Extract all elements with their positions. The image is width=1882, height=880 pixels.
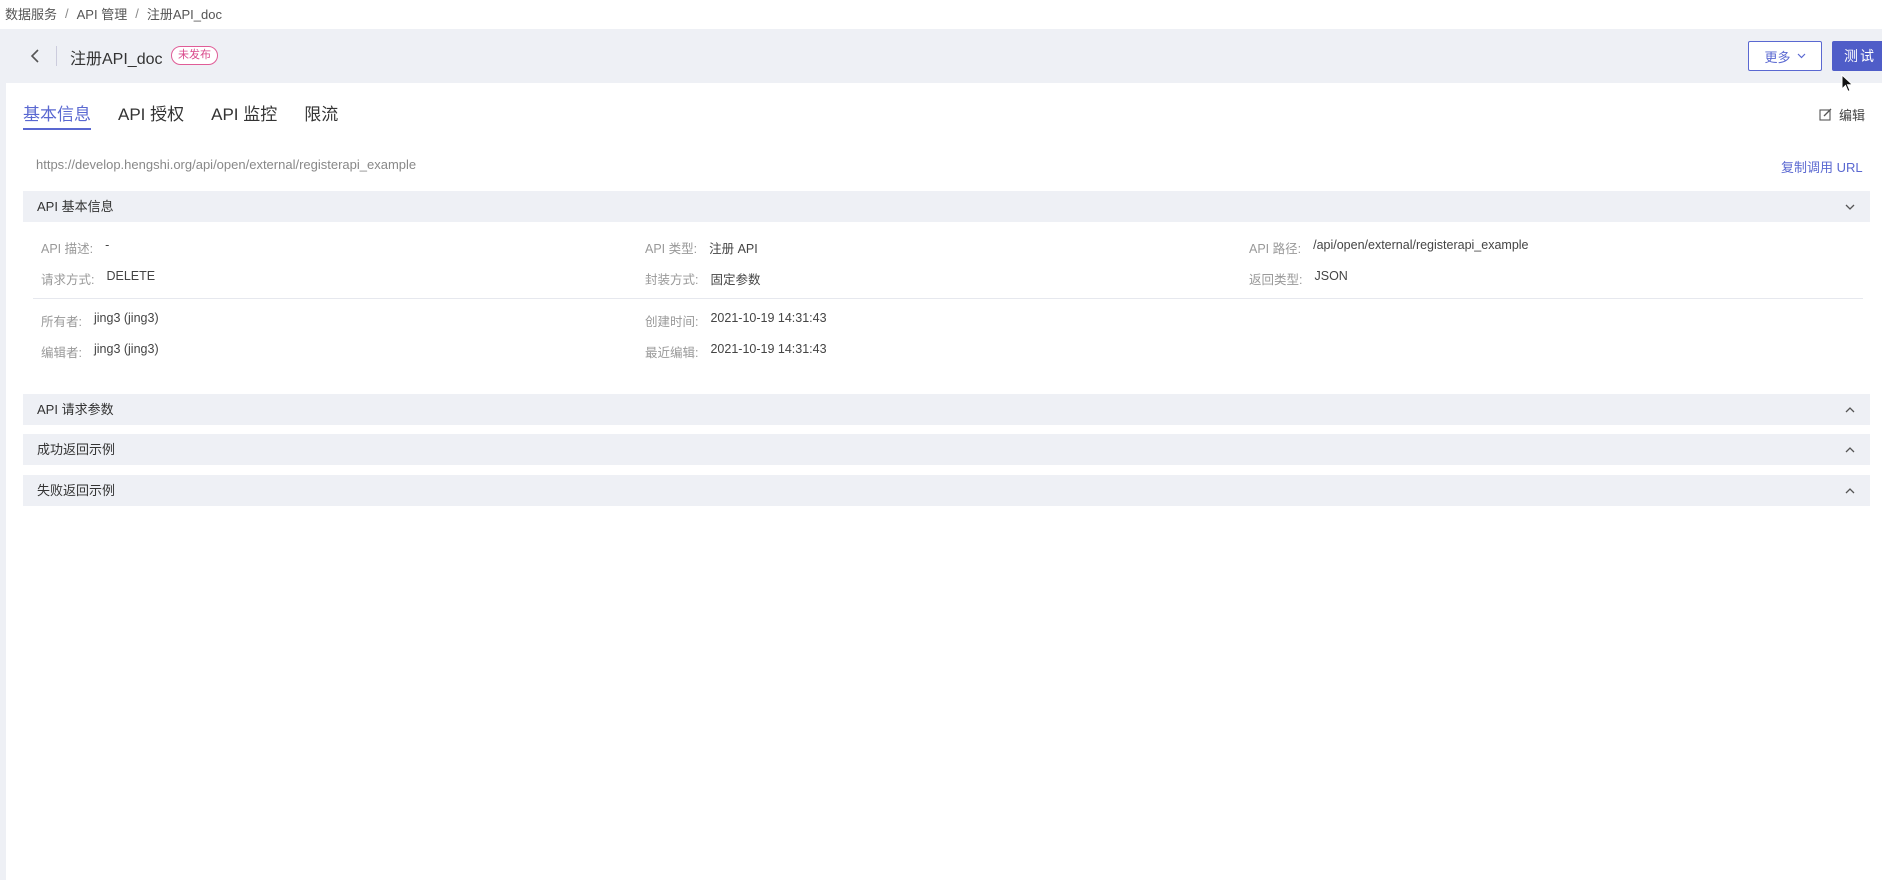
section-failure-example[interactable]: 失败返回示例 [23,475,1870,506]
section-request-params-title: API 请求参数 [37,402,114,417]
chevron-down-icon [1797,53,1805,59]
edit-label: 编辑 [1839,108,1866,123]
info-value: 2021-10-19 14:31:43 [710,311,827,325]
more-button[interactable]: 更多 [1748,41,1822,71]
tab-api-authorization[interactable]: API 授权 [118,100,184,132]
info-divider [33,298,1863,299]
breadcrumb: 数据服务 / API 管理 / 注册API_doc [5,4,222,22]
chevron-up-icon [1845,447,1855,453]
info-value: /api/open/external/registerapi_example [1313,238,1529,252]
info-method: 请求方式: DELETE [41,269,155,288]
section-failure-example-title: 失败返回示例 [37,483,116,498]
info-label: API 描述: [41,242,94,256]
status-badge: 未发布 [171,46,218,65]
info-packaging: 封装方式: 固定参数 [645,269,761,288]
chevron-up-icon [1845,488,1855,494]
info-value: DELETE [106,269,156,283]
info-value: 固定参数 [710,273,761,287]
info-created: 创建时间: 2021-10-19 14:31:43 [645,311,827,330]
info-label: API 路径: [1249,242,1302,256]
breadcrumb-separator: / [135,5,139,21]
tab-basic-info[interactable]: 基本信息 [23,100,91,132]
breadcrumb-separator: / [65,5,69,21]
tab-bar: 基本信息 API 授权 API 监控 限流 [23,100,365,132]
tab-rate-limit[interactable]: 限流 [304,100,338,132]
page-title: 注册API_doc [70,51,163,68]
info-label: 编辑者: [41,346,82,360]
info-label: API 类型: [645,242,698,256]
info-value: jing3 (jing3) [93,342,159,356]
info-value: 2021-10-19 14:31:43 [710,342,827,356]
chevron-down-icon [1845,204,1855,210]
section-success-example-title: 成功返回示例 [37,442,116,457]
info-value: 注册 API [709,242,758,256]
info-label: 返回类型: [1249,273,1303,287]
tab-api-monitoring[interactable]: API 监控 [211,100,277,132]
info-editor: 编辑者: jing3 (jing3) [41,342,159,361]
breadcrumb-item-data-service[interactable]: 数据服务 [5,4,57,23]
info-label: 创建时间: [645,315,699,329]
info-type: API 类型: 注册 API [645,238,758,257]
info-value: jing3 (jing3) [93,311,159,325]
breadcrumb-item-current: 注册API_doc [146,6,222,22]
more-button-label: 更多 [1764,49,1791,65]
header-divider [56,46,57,66]
info-label: 请求方式: [41,273,95,287]
chevron-up-icon [1845,407,1855,413]
page-header: 注册API_doc 未发布 更多 测试 [6,29,1882,83]
section-basic-info-title: API 基本信息 [37,199,114,214]
back-arrow-icon[interactable] [24,45,46,67]
info-owner: 所有者: jing3 (jing3) [41,311,159,330]
info-return-type: 返回类型: JSON [1249,269,1348,288]
edit-icon [1819,108,1832,121]
info-value: - [105,238,110,252]
copy-url-link[interactable]: 复制调用 URL [1781,157,1863,176]
info-value: JSON [1314,269,1348,283]
section-basic-info[interactable]: API 基本信息 [23,191,1870,222]
mouse-cursor-icon [1841,74,1854,93]
breadcrumb-item-api-management[interactable]: API 管理 [77,4,128,23]
info-label: 最近编辑: [645,346,699,360]
left-strip [0,29,6,880]
section-success-example[interactable]: 成功返回示例 [23,434,1870,465]
info-last-edit: 最近编辑: 2021-10-19 14:31:43 [645,342,827,361]
info-path: API 路径: /api/open/external/registerapi_e… [1249,238,1529,257]
info-label: 封装方式: [645,273,699,287]
info-label: 所有者: [41,315,82,329]
info-description: API 描述: - [41,238,109,257]
section-request-params[interactable]: API 请求参数 [23,394,1870,425]
edit-button[interactable]: 编辑 [1819,105,1865,124]
api-url: https://develop.hengshi.org/api/open/ext… [36,157,417,172]
test-button[interactable]: 测试 [1832,41,1882,71]
